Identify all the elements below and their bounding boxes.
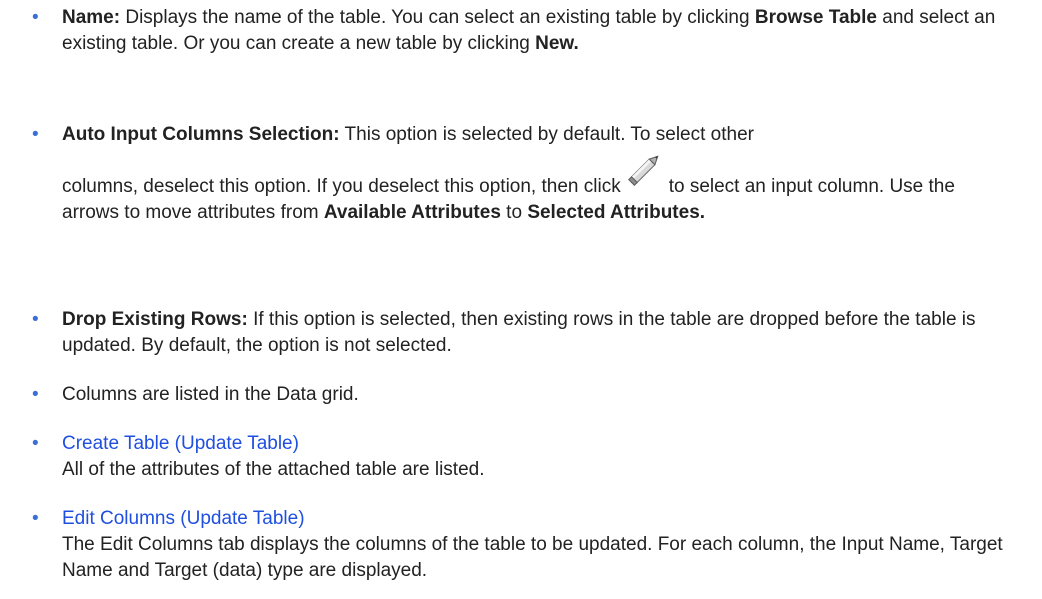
item-text: Create Table (Update Table) All of the a… [62, 431, 1017, 483]
item-text: Drop Existing Rows: If this option is se… [62, 307, 1017, 359]
edit-columns-link[interactable]: Edit Columns (Update Table) [62, 508, 305, 529]
create-table-link[interactable]: Create Table (Update Table) [62, 433, 299, 454]
term-drop-rows: Drop Existing Rows: [62, 309, 248, 330]
item-text: Columns are listed in the Data grid. [62, 384, 359, 405]
bold-browse-table: Browse Table [754, 7, 877, 28]
bullet: • [32, 7, 39, 28]
bold-selected-attributes: Selected Attributes. [527, 202, 706, 223]
bold-new: New. [535, 33, 579, 54]
item-description: The Edit Columns tab displays the column… [62, 534, 1003, 581]
item-text: Name: Displays the name of the table. Yo… [62, 5, 1017, 57]
text-segment: This option is selected by default. To s… [339, 124, 754, 145]
pencil-icon[interactable] [625, 155, 665, 188]
text-segment: to [500, 202, 528, 223]
item-text: Auto Input Columns Selection: This optio… [62, 122, 1017, 226]
text-segment: Displays the name of the table. You can … [120, 7, 755, 28]
text-segment: columns, deselect this option. If you de… [62, 176, 621, 197]
bullet: • [32, 309, 39, 330]
bullet: • [32, 124, 39, 145]
term-name: Name: [62, 7, 121, 28]
term-auto-input: Auto Input Columns Selection: [62, 124, 340, 145]
document-page: • Name: Displays the name of the table. … [0, 0, 1042, 599]
bullet: • [32, 384, 39, 405]
item-text: Edit Columns (Update Table) The Edit Col… [62, 506, 1017, 584]
item-description: All of the attributes of the attached ta… [62, 459, 485, 480]
bullet: • [32, 433, 39, 454]
line-2: columns, deselect this option. If you de… [62, 155, 1017, 226]
bold-available-attributes: Available Attributes [323, 202, 501, 223]
line-1: Auto Input Columns Selection: This optio… [62, 122, 1017, 148]
bullet: • [32, 508, 39, 529]
